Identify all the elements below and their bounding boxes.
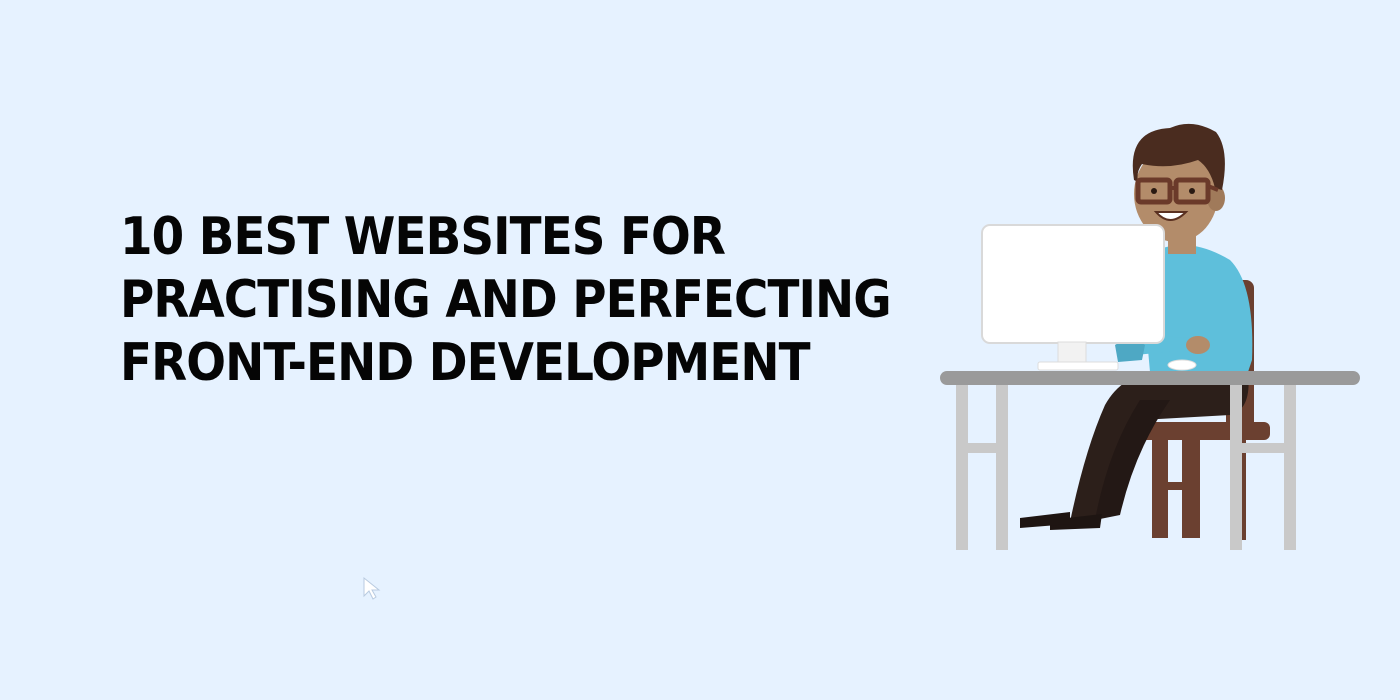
banner-title: 10 BEST WEBSITES FOR PRACTISING AND PERF…: [120, 206, 920, 395]
mouse-icon: [1167, 359, 1197, 371]
desk-leg-right-back: [1284, 385, 1296, 550]
title-line-2: PRACTISING AND PERFECTING: [120, 270, 892, 330]
person-hand: [1186, 336, 1210, 354]
desk-leg-right-front: [1230, 385, 1242, 550]
monitor-screen: [981, 224, 1165, 344]
desk-crossbar-left: [956, 443, 1008, 453]
person-eye-left: [1151, 188, 1157, 194]
desk-leg-left-front: [956, 385, 968, 550]
desk-leg-left-back: [996, 385, 1008, 550]
chair-crossbar: [1152, 482, 1200, 490]
title-line-3: FRONT-END DEVELOPMENT: [120, 333, 811, 393]
title-line-1: 10 BEST WEBSITES FOR: [120, 207, 726, 267]
desk-crossbar-right: [1230, 443, 1296, 453]
chair-seat: [1135, 422, 1270, 440]
monitor-stand-base: [1037, 361, 1119, 371]
mouse-pointer-icon: [363, 576, 381, 600]
banner-canvas: 10 BEST WEBSITES FOR PRACTISING AND PERF…: [0, 0, 1400, 700]
desk-top: [940, 371, 1360, 385]
person-eye-right: [1189, 188, 1195, 194]
developer-at-desk-illustration: [940, 123, 1360, 550]
